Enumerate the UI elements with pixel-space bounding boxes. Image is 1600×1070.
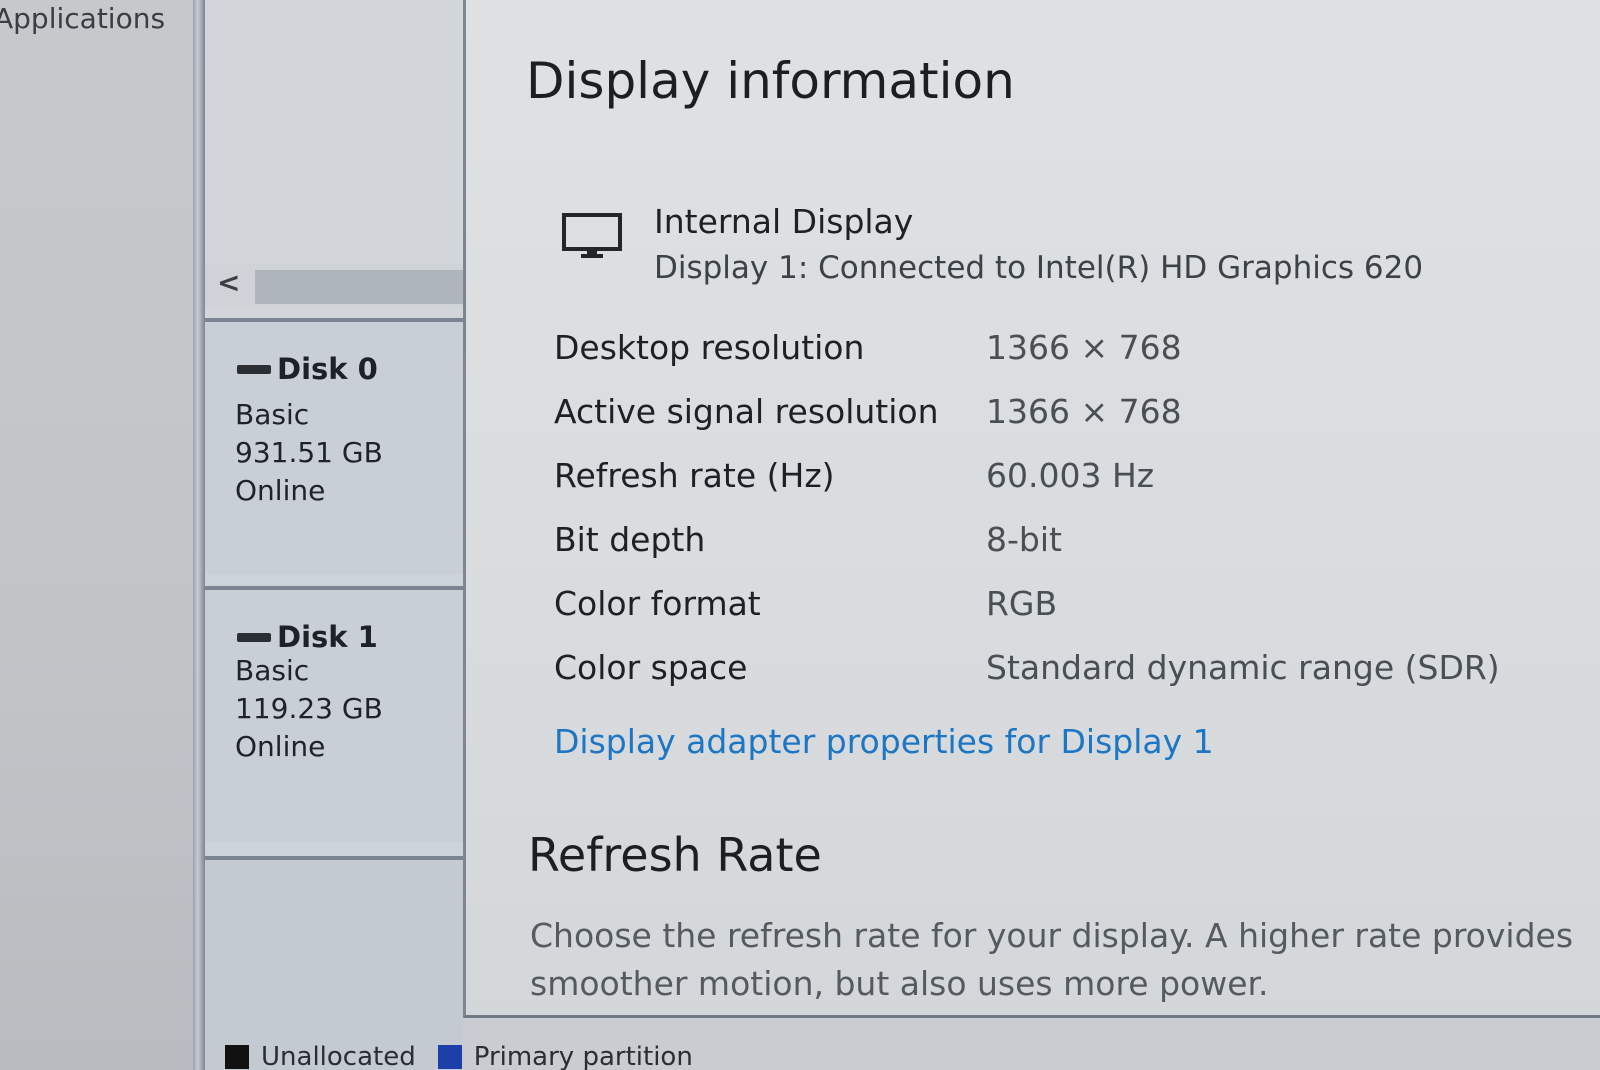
display-subtitle: Display 1: Connected to Intel(R) HD Grap… xyxy=(654,250,1424,286)
monitor-icon xyxy=(562,213,622,258)
legend-item-unallocated: Unallocated xyxy=(225,1042,416,1070)
disk-status: Online xyxy=(235,730,326,763)
disk-size: 119.23 GB xyxy=(235,692,383,725)
info-value: Standard dynamic range (SDR) xyxy=(986,648,1500,687)
info-value: 8-bit xyxy=(986,520,1062,559)
disk-status: Online xyxy=(235,474,326,507)
disk-name: Disk 0 xyxy=(237,352,378,386)
disk-item-0[interactable]: Disk 0 Basic 931.51 GB Online xyxy=(205,322,463,574)
disk-size: 931.51 GB xyxy=(235,436,383,469)
scroll-left-icon[interactable]: < xyxy=(217,266,240,299)
legend-item-primary: Primary partition xyxy=(437,1042,693,1070)
info-label: Refresh rate (Hz) xyxy=(554,456,835,495)
info-label: Active signal resolution xyxy=(554,392,939,431)
window-border xyxy=(193,0,205,1070)
disk-type: Basic xyxy=(235,654,310,687)
background-app-strip: Applications xyxy=(0,0,195,1070)
disk-list-pane: < Disk 0 Basic 931.51 GB Online Disk 1 B… xyxy=(205,0,463,1070)
info-value: 1366 × 768 xyxy=(986,392,1182,431)
disk-item-1[interactable]: Disk 1 Basic 119.23 GB Online xyxy=(205,590,463,842)
info-label: Color space xyxy=(554,648,748,687)
disk-icon xyxy=(237,632,271,642)
disk-pane-empty xyxy=(205,860,463,1070)
display-name: Internal Display xyxy=(654,202,914,241)
horizontal-scrollbar[interactable]: < xyxy=(205,264,463,308)
disk-icon xyxy=(237,364,271,374)
legend-swatch xyxy=(437,1045,462,1069)
scrollbar-thumb[interactable] xyxy=(255,270,463,304)
disk-name-label: Disk 1 xyxy=(277,620,378,654)
disk-name: Disk 1 xyxy=(237,620,378,654)
applications-label: Applications xyxy=(0,2,166,35)
adapter-properties-link[interactable]: Display adapter properties for Display 1 xyxy=(554,722,1214,761)
disk-type: Basic xyxy=(235,398,310,431)
info-label: Desktop resolution xyxy=(554,328,865,367)
page-title: Display information xyxy=(526,52,1015,110)
info-value: 60.003 Hz xyxy=(986,456,1155,495)
info-label: Bit depth xyxy=(554,520,706,559)
disk-name-label: Disk 0 xyxy=(277,352,378,386)
legend-label: Unallocated xyxy=(261,1042,416,1070)
info-value: 1366 × 768 xyxy=(986,328,1182,367)
legend-swatch xyxy=(225,1045,249,1069)
info-label: Color format xyxy=(554,584,761,623)
refresh-rate-heading: Refresh Rate xyxy=(528,828,822,882)
info-value: RGB xyxy=(986,584,1058,623)
disk-legend: Unallocated Primary partition xyxy=(225,1042,715,1070)
refresh-rate-description: Choose the refresh rate for your display… xyxy=(530,916,1574,1003)
display-settings-panel: Display information Internal Display Dis… xyxy=(463,0,1600,1018)
legend-label: Primary partition xyxy=(473,1042,693,1070)
